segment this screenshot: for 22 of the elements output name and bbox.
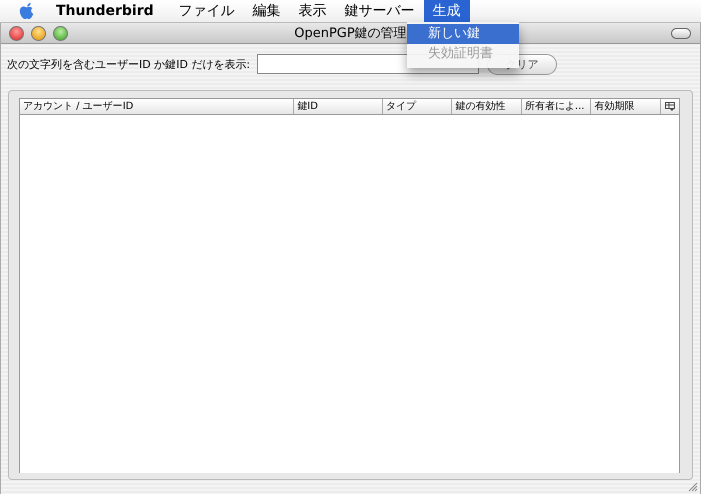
menu-item[interactable]: ファイル — [170, 0, 244, 22]
column-header[interactable]: 鍵の有効性 — [452, 99, 522, 114]
window-title: OpenPGP鍵の管理 — [294, 25, 407, 42]
column-header[interactable]: 有効期限 — [591, 99, 662, 114]
menu-item[interactable]: 鍵サーバー — [336, 0, 424, 22]
column-header[interactable]: 所有者によ... — [522, 99, 592, 114]
column-header[interactable]: アカウント / ユーザーID — [20, 99, 294, 114]
menu-item[interactable]: 生成 — [424, 0, 470, 22]
minimize-icon[interactable] — [31, 26, 46, 40]
menu-item[interactable]: 新しい鍵 — [407, 24, 519, 44]
app-menu[interactable]: Thunderbird — [50, 3, 160, 19]
close-icon[interactable] — [9, 26, 24, 40]
column-header[interactable]: 鍵ID — [294, 99, 383, 114]
toolbar-toggle-icon[interactable] — [671, 28, 691, 38]
zoom-icon[interactable] — [53, 26, 68, 40]
column-picker-icon[interactable] — [665, 102, 675, 111]
menu-item[interactable]: 表示 — [290, 0, 336, 22]
column-header[interactable]: タイプ — [382, 99, 452, 114]
apple-logo-icon[interactable] — [18, 1, 36, 21]
menu-item[interactable]: 編集 — [244, 0, 290, 22]
filter-label: 次の文字列を含むユーザーID か鍵ID だけを表示: — [7, 56, 250, 72]
resize-grip-icon[interactable] — [686, 480, 698, 492]
